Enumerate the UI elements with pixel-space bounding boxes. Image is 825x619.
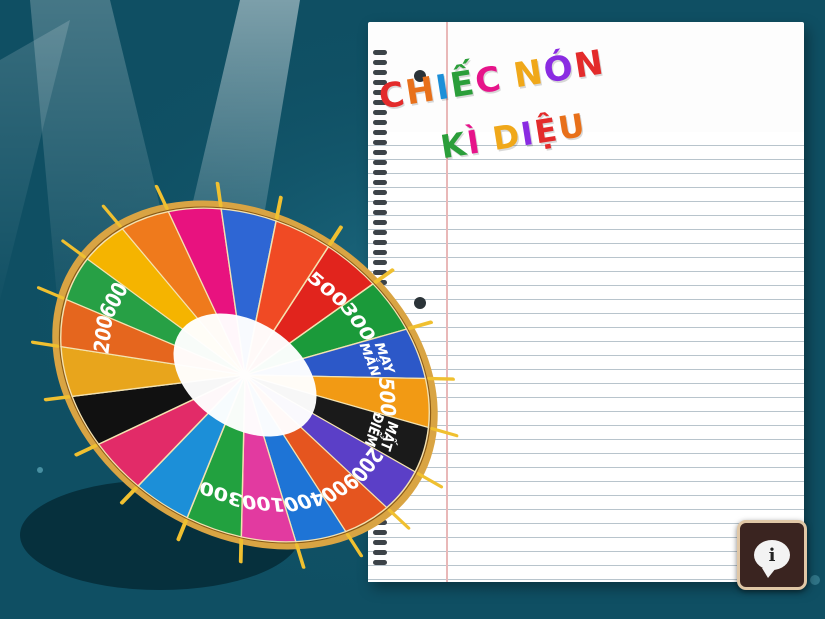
spiral-ring xyxy=(373,160,387,165)
spiral-ring xyxy=(373,60,387,65)
spiral-ring xyxy=(373,50,387,55)
wheel-pin xyxy=(328,225,343,246)
wheel-pin xyxy=(387,508,411,530)
spiral-ring xyxy=(373,170,387,175)
title-letter xyxy=(504,87,516,89)
title-letter: N xyxy=(571,42,608,87)
title-letter xyxy=(483,150,495,152)
spiral-ring xyxy=(373,70,387,75)
wheel-pin xyxy=(119,486,138,505)
wheel-pin xyxy=(61,239,86,259)
spiral-ring xyxy=(373,120,387,125)
wheel-of-fortune[interactable]: 500300MAYMẮN500MẤTĐIỂM200900400100300200… xyxy=(30,180,459,600)
wheel-segment-label: 500 xyxy=(374,376,400,418)
spiral-ring xyxy=(373,130,387,135)
info-glyph: i xyxy=(768,544,776,566)
title-letter: C xyxy=(472,58,506,103)
info-button[interactable]: i xyxy=(737,520,807,590)
wheel-segment-label: 100 xyxy=(240,490,286,515)
spiral-ring xyxy=(373,140,387,145)
title-letter: U xyxy=(555,105,590,148)
wheel-pin xyxy=(416,472,444,489)
speech-bubble-icon: i xyxy=(754,540,790,578)
spiral-ring xyxy=(373,150,387,155)
game-stage: CHIẾC NÓN KÌ DIỆU 500 300 MAYMẮN 500 MẤTĐIỂM… xyxy=(0,0,825,619)
